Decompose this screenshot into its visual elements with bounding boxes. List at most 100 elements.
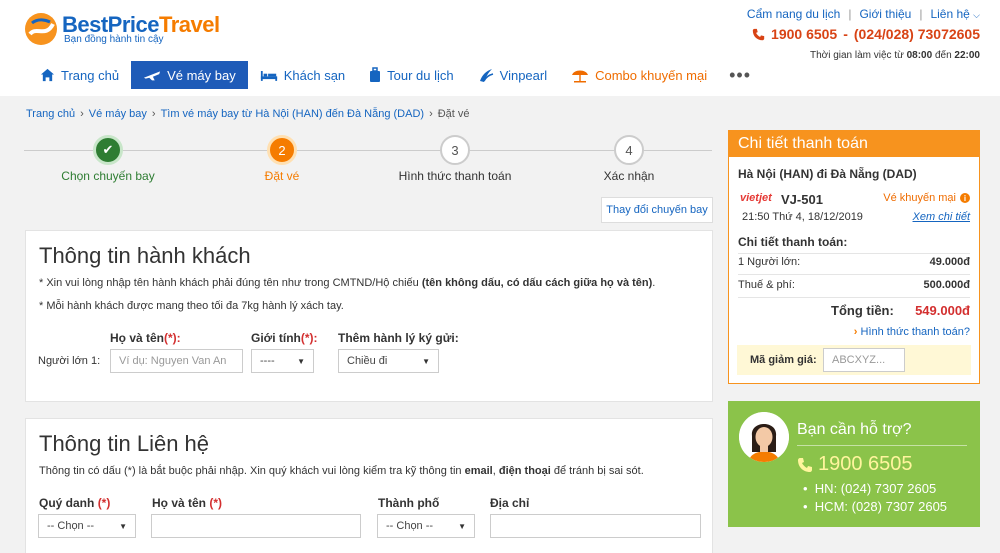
divider xyxy=(738,253,970,254)
support-line-text: HCM: (028) 7307 2605 xyxy=(814,499,948,514)
salutation-label: Quý danh (*) xyxy=(39,496,110,510)
hours-middle: đến xyxy=(934,50,952,61)
caret-down-icon: ▼ xyxy=(119,521,127,531)
label-text: Họ và tên xyxy=(152,496,207,510)
note-end: để tránh bị sai sót. xyxy=(553,465,644,477)
chevron-down-icon: ⌵ xyxy=(973,10,980,20)
bed-icon xyxy=(260,70,277,81)
hotline-alt[interactable]: (024/028) 73072605 xyxy=(854,26,980,42)
home-icon xyxy=(40,68,55,82)
contact-note: Thông tin có dấu (*) là bắt buộc phải nh… xyxy=(39,465,644,477)
nav-item-hotels[interactable]: Khách sạn xyxy=(248,61,357,89)
city-select[interactable]: -- Chọn -- ▼ xyxy=(377,514,475,538)
breadcrumb-search[interactable]: Tìm vé máy bay từ Hà Nội (HAN) đến Đà Nẵ… xyxy=(161,108,425,120)
top-link-contact[interactable]: Liên hệ ⌵ xyxy=(930,7,980,21)
nav-label: Trang chủ xyxy=(61,67,120,83)
coupon-input[interactable]: ABCXYZ... xyxy=(823,348,905,372)
breadcrumb: Trang chủ › Vé máy bay › Tìm vé máy bay … xyxy=(26,108,470,120)
breadcrumb-home[interactable]: Trang chủ xyxy=(26,108,75,120)
payment-header: Chi tiết thanh toán xyxy=(729,131,979,157)
passenger-note-baggage: * Mỗi hành khách được mang theo tối đa 7… xyxy=(39,300,344,312)
contact-name-label: Họ và tên (*) xyxy=(152,496,222,510)
step-2-label: Đặt vé xyxy=(264,169,300,183)
promo-fare[interactable]: Vé khuyến mại i xyxy=(883,192,970,204)
gender-label: Giới tính(*): xyxy=(251,331,318,345)
support-phone[interactable]: 1900 6505 xyxy=(797,453,913,476)
nav-label: Vé máy bay xyxy=(167,67,236,83)
contact-name-input[interactable] xyxy=(151,514,361,538)
support-line-text: HN: (024) 7307 2605 xyxy=(814,481,937,496)
breadcrumb-current: Đặt vé xyxy=(437,108,470,120)
brand-tagline: Bạn đồng hành tin cậy xyxy=(64,34,164,45)
breadcrumb-flights[interactable]: Vé máy bay xyxy=(89,108,147,120)
address-input[interactable] xyxy=(490,514,701,538)
passenger-name-input[interactable]: Ví dụ: Nguyen Van An xyxy=(110,349,243,373)
brand-name-orange: Travel xyxy=(159,12,220,37)
salutation-select[interactable]: -- Chọn -- ▼ xyxy=(38,514,136,538)
steps-progress-line xyxy=(24,150,712,151)
select-value: ---- xyxy=(260,355,275,367)
total-value: 549.000đ xyxy=(915,303,970,318)
select-value: -- Chọn -- xyxy=(386,520,434,532)
note-email: email xyxy=(464,465,493,477)
note-bold: (tên không dấu, có dấu cách giữa họ và t… xyxy=(421,277,653,289)
main-nav: Trang chủ Vé máy bay Khách sạn Tour du l… xyxy=(28,61,761,89)
flight-datetime: 21:50 Thứ 4, 18/12/2019 xyxy=(742,211,863,223)
top-link-contact-label: Liên hệ xyxy=(930,7,970,21)
avatar xyxy=(739,412,789,462)
breadcrumb-separator: › xyxy=(80,108,84,120)
caret-down-icon: ▼ xyxy=(458,521,466,531)
site-header: BestPriceTravel Bạn đồng hành tin cậy Cẩ… xyxy=(0,0,1000,96)
step-3-number: 3 xyxy=(440,135,470,165)
required-mark: (*): xyxy=(164,331,181,345)
baggage-select[interactable]: Chiều đi ▼ xyxy=(338,349,439,373)
support-phone-number: 1900 6505 xyxy=(818,453,913,475)
step-4-label: Xác nhận xyxy=(603,169,655,183)
city-label: Thành phố xyxy=(378,496,440,510)
select-value: -- Chọn -- xyxy=(47,520,95,532)
nav-label: Khách sạn xyxy=(283,67,346,83)
divider xyxy=(797,445,967,446)
tax-fee-value: 500.000đ xyxy=(923,279,970,291)
flight-route: Hà Nội (HAN) đi Đà Nẵng (DAD) xyxy=(738,167,917,181)
required-mark: (*) xyxy=(209,496,223,510)
caret-down-icon: ▼ xyxy=(422,356,430,366)
caret-down-icon: ▼ xyxy=(297,356,305,366)
support-line-hn: • HN: (024) 7307 2605 xyxy=(803,481,936,496)
nav-label: Tour du lịch xyxy=(387,67,454,83)
top-link-about[interactable]: Giới thiệu xyxy=(859,7,911,21)
note-comma: , xyxy=(492,465,496,477)
flight-code: VJ-501 xyxy=(781,192,823,207)
contact-panel: Thông tin Liên hệ Thông tin có dấu (*) l… xyxy=(25,418,713,553)
step-2-number: 2 xyxy=(267,135,297,165)
gender-select[interactable]: ---- ▼ xyxy=(251,349,314,373)
payment-method-link[interactable]: › Hình thức thanh toán? xyxy=(854,326,970,338)
change-flight-button[interactable]: Thay đổi chuyến bay xyxy=(601,197,713,223)
nav-label: Combo khuyến mại xyxy=(595,67,708,83)
adult-1-label: Người lớn 1: xyxy=(38,355,101,367)
payment-subheader: Chi tiết thanh toán: xyxy=(738,235,848,249)
bullet: • xyxy=(803,481,808,496)
logo-icon[interactable] xyxy=(24,12,58,46)
payment-method-label: Hình thức thanh toán? xyxy=(860,326,971,338)
nav-item-vinpearl[interactable]: Vinpearl xyxy=(466,61,559,89)
divider xyxy=(738,274,970,275)
hotline-number[interactable]: 1900 6505 xyxy=(771,26,837,42)
more-menu-icon[interactable]: ••• xyxy=(719,61,761,89)
nav-item-combo[interactable]: Combo khuyến mại xyxy=(559,61,719,89)
nav-item-flights[interactable]: Vé máy bay xyxy=(131,61,248,89)
required-mark: (*) xyxy=(97,496,111,510)
nav-item-tours[interactable]: Tour du lịch xyxy=(357,61,465,89)
view-details-link[interactable]: Xem chi tiết xyxy=(913,211,970,223)
phone-icon xyxy=(798,457,812,472)
top-link-guide[interactable]: Cẩm nang du lịch xyxy=(747,7,840,21)
hotline: 1900 6505 - (024/028) 73072605 xyxy=(752,26,980,42)
label-text: Quý danh xyxy=(39,496,95,510)
nav-item-home[interactable]: Trang chủ xyxy=(28,61,131,89)
promo-label: Vé khuyến mại xyxy=(883,192,956,204)
note-text: * Xin vui lòng nhập tên hành khách phải … xyxy=(39,277,419,289)
adult-fare-value: 49.000đ xyxy=(929,256,970,268)
hours-prefix: Thời gian làm việc từ xyxy=(809,50,904,61)
vietjet-logo: vietjet xyxy=(740,192,772,204)
working-hours: Thời gian làm việc từ 08:00 đến 22:00 xyxy=(810,50,980,61)
